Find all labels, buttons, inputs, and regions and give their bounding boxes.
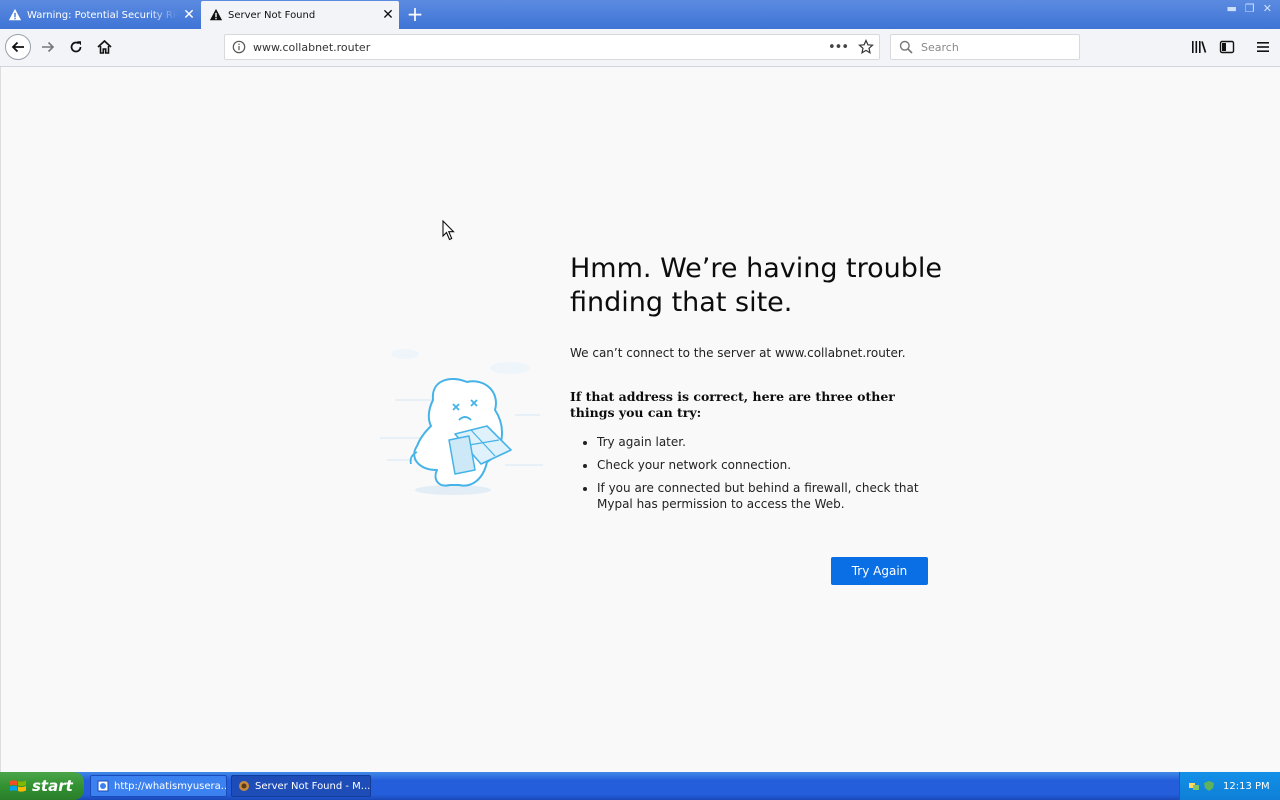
list-item: Check your network connection. <box>597 457 930 473</box>
start-button[interactable]: start <box>0 772 84 800</box>
tab-server-not-found[interactable]: Server Not Found ✕ <box>201 1 399 29</box>
home-icon <box>96 40 112 54</box>
hamburger-menu-icon <box>1257 42 1269 52</box>
error-description: We can’t connect to the server at www.co… <box>570 346 906 360</box>
search-bar[interactable] <box>890 34 1080 60</box>
browser-page-icon <box>97 780 109 792</box>
list-item: If you are connected but behind a firewa… <box>597 480 930 512</box>
taskbar-item-browser-window[interactable]: http://whatismyusera... <box>90 775 227 797</box>
mypal-app-icon <box>239 781 249 791</box>
home-button[interactable] <box>91 34 117 60</box>
window-controls: ▬ ❐ ✕ <box>1227 2 1273 15</box>
sidebar-toggle-button[interactable] <box>1214 34 1240 60</box>
tray-security-icon[interactable] <box>1203 780 1215 792</box>
suggestions-heading: If that address is correct, here are thr… <box>570 389 895 420</box>
sidebar-icon <box>1219 40 1235 54</box>
windows-logo-icon <box>10 780 26 792</box>
minimize-icon[interactable]: ▬ <box>1227 2 1237 15</box>
reload-icon <box>70 41 82 53</box>
taskbar-item-label: Server Not Found - M... <box>255 780 371 792</box>
star-icon[interactable] <box>858 39 874 55</box>
taskbar-item-label: http://whatismyusera... <box>114 780 227 792</box>
back-arrow-icon <box>11 41 24 53</box>
search-input[interactable] <box>919 39 1073 55</box>
suggestions-list: Try again later. Check your network conn… <box>570 434 930 519</box>
info-icon[interactable] <box>232 40 246 54</box>
url-bar[interactable]: www.collabnet.router ••• <box>224 34 880 60</box>
url-text[interactable]: www.collabnet.router <box>253 41 828 54</box>
tray-network-icon[interactable] <box>1188 780 1200 792</box>
close-icon[interactable]: ✕ <box>178 7 200 23</box>
mouse-cursor-icon <box>442 220 455 241</box>
tab-title: Server Not Found <box>228 9 316 21</box>
forward-arrow-icon <box>42 41 55 53</box>
close-window-icon[interactable]: ✕ <box>1263 2 1272 15</box>
try-again-button[interactable]: Try Again <box>831 557 928 585</box>
reload-button[interactable] <box>63 34 89 60</box>
error-title: Hmm. We’re having trouble finding that s… <box>570 253 943 318</box>
page-actions-menu-icon[interactable]: ••• <box>828 40 849 55</box>
list-item: Try again later. <box>597 434 930 450</box>
warning-icon <box>8 8 22 21</box>
start-label: start <box>32 777 73 795</box>
plus-icon[interactable]: + <box>404 2 426 26</box>
close-icon[interactable]: ✕ <box>377 7 399 23</box>
forward-button[interactable] <box>35 34 61 60</box>
taskbar: start http://whatismyusera... Server Not… <box>0 772 1280 800</box>
warning-icon <box>209 8 223 21</box>
restore-icon[interactable]: ❐ <box>1245 2 1255 15</box>
navigation-toolbar: www.collabnet.router ••• <box>0 29 1280 67</box>
back-button[interactable] <box>5 34 31 60</box>
tab-security-warning[interactable]: Warning: Potential Security Risk Ahead ✕ <box>0 1 200 29</box>
library-icon <box>1192 41 1207 53</box>
clock: 12:13 PM <box>1223 780 1270 792</box>
library-button[interactable] <box>1186 34 1212 60</box>
tab-title: Warning: Potential Security Risk Ahead <box>27 9 178 21</box>
server-not-found-illustration-icon <box>380 349 543 495</box>
open-menu-button[interactable] <box>1250 34 1276 60</box>
system-tray: 12:13 PM <box>1179 772 1280 800</box>
taskbar-item-server-not-found[interactable]: Server Not Found - M... <box>231 775 371 797</box>
search-icon <box>899 40 913 54</box>
tab-strip: Warning: Potential Security Risk Ahead ✕… <box>0 0 1280 29</box>
